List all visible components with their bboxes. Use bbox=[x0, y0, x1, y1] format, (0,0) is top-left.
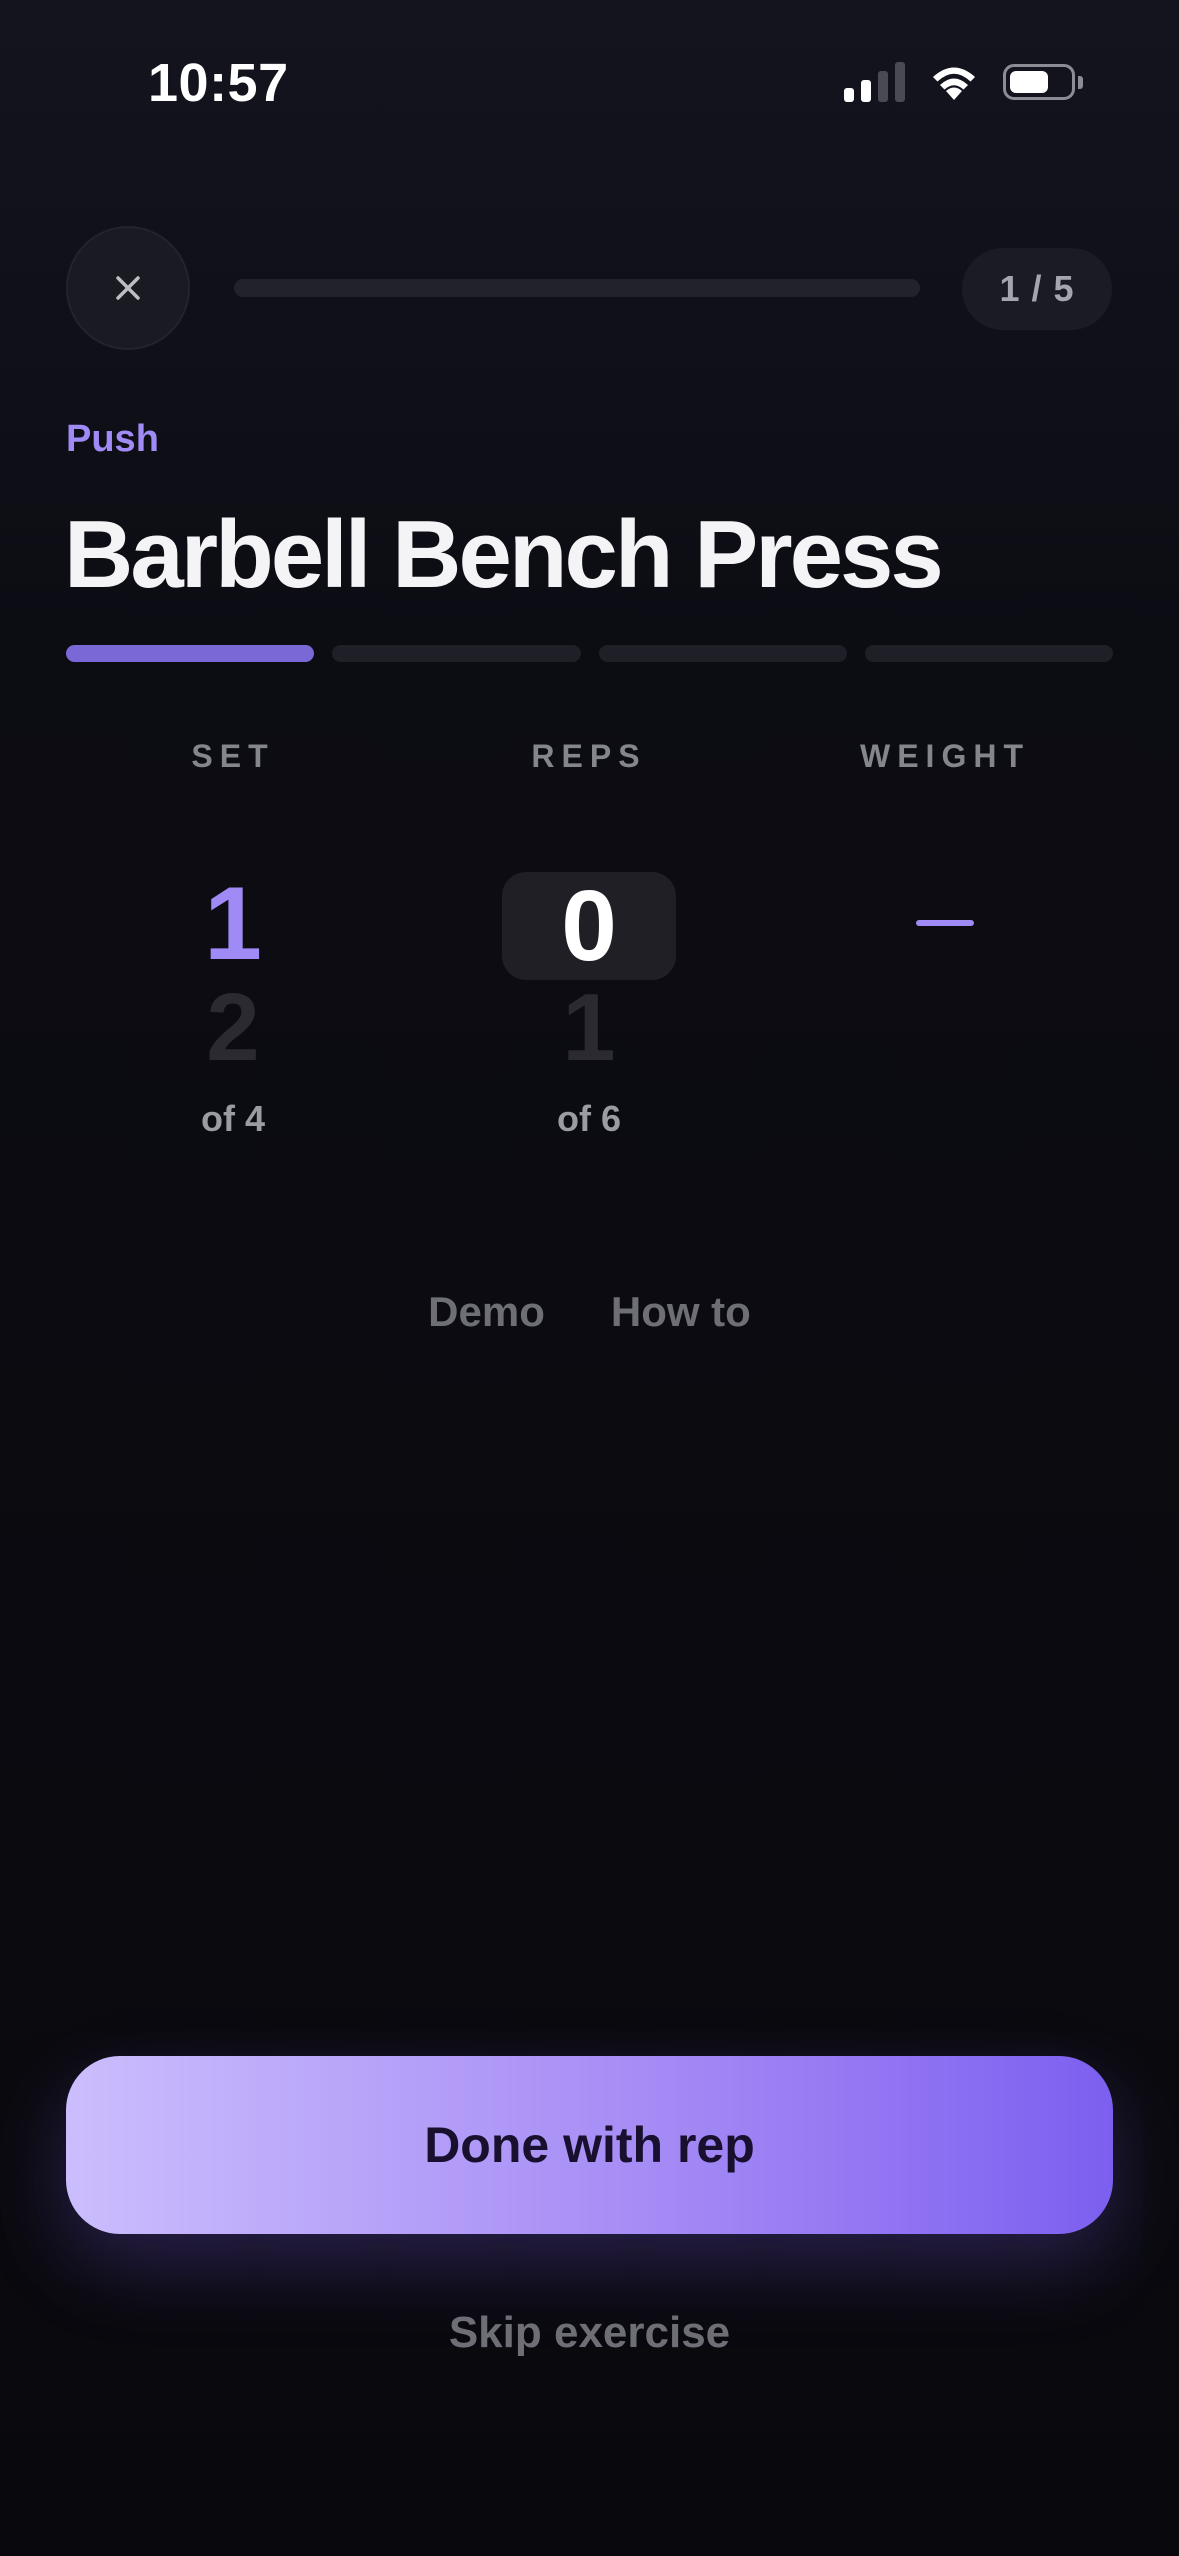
reps-label: REPS bbox=[531, 738, 647, 774]
workout-screen: 10:57 1 / 5 Push Barbell Bench Press SET… bbox=[0, 0, 1179, 2556]
set-progress-segments bbox=[66, 645, 1113, 662]
done-with-rep-button[interactable]: Done with rep bbox=[66, 2056, 1113, 2234]
set-segment bbox=[332, 645, 581, 662]
workout-progress-bar bbox=[234, 279, 920, 297]
reps-next-value: 1 bbox=[562, 974, 616, 1081]
close-icon bbox=[116, 276, 140, 300]
set-total: of 4 bbox=[200, 1098, 265, 1139]
set-label: SET bbox=[191, 738, 275, 774]
set-current-value: 1 bbox=[204, 866, 262, 982]
exercise-category: Push bbox=[66, 418, 159, 460]
set-column: SET 1 2 of 4 bbox=[83, 738, 383, 1140]
cellular-signal-icon bbox=[844, 62, 905, 102]
set-next-value: 2 bbox=[206, 974, 260, 1081]
exercise-title: Barbell Bench Press bbox=[64, 501, 944, 608]
status-time: 10:57 bbox=[148, 53, 289, 113]
demo-link[interactable]: Demo bbox=[428, 1288, 545, 1336]
wifi-icon bbox=[933, 67, 975, 100]
weight-label: WEIGHT bbox=[860, 738, 1030, 774]
skip-exercise-button[interactable]: Skip exercise bbox=[0, 2308, 1179, 2358]
status-icons bbox=[844, 62, 1083, 102]
how-to-link[interactable]: How to bbox=[611, 1288, 751, 1336]
weight-picker[interactable] bbox=[795, 872, 1095, 1092]
exercise-counter: 1 / 5 bbox=[962, 248, 1112, 330]
set-segment bbox=[864, 645, 1113, 662]
set-segment bbox=[598, 645, 847, 662]
battery-icon bbox=[1003, 64, 1083, 100]
set-picker[interactable]: 1 2 bbox=[83, 872, 383, 1092]
close-button[interactable] bbox=[66, 226, 190, 350]
reps-current-value: 0 bbox=[502, 872, 676, 980]
weight-column: WEIGHT bbox=[795, 738, 1095, 1092]
set-segment bbox=[66, 645, 315, 662]
weight-empty-value bbox=[916, 920, 974, 926]
reps-total: of 6 bbox=[556, 1098, 621, 1139]
reps-column: REPS 0 1 of 6 bbox=[439, 738, 739, 1140]
reps-picker[interactable]: 0 1 bbox=[439, 872, 739, 1092]
exercise-links: Demo How to bbox=[0, 1288, 1179, 1336]
